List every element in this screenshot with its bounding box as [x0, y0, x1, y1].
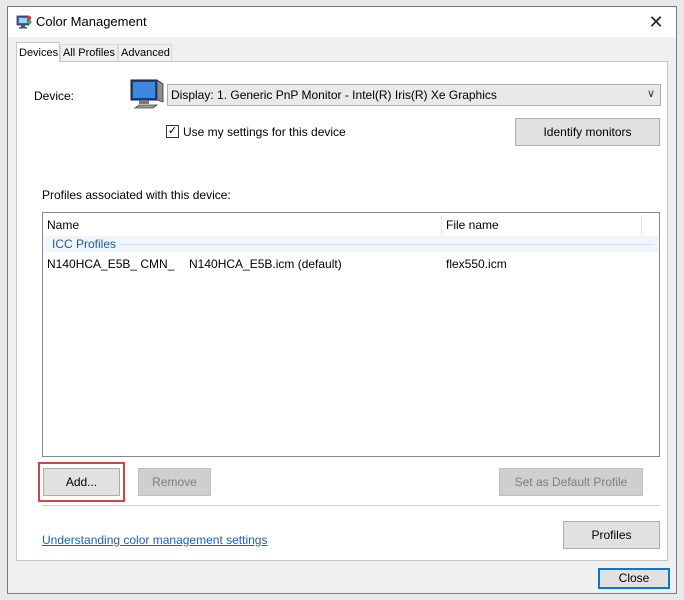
- identify-monitors-button[interactable]: Identify monitors: [515, 118, 660, 146]
- device-select-value: Display: 1. Generic PnP Monitor - Intel(…: [171, 88, 497, 102]
- title-bar: Color Management ✕: [8, 7, 676, 37]
- group-header-icc-profiles[interactable]: ICC Profiles: [44, 236, 658, 252]
- column-separator[interactable]: [641, 215, 642, 235]
- profiles-list[interactable]: Name File name ICC Profiles N140HCA_E5B_…: [42, 212, 660, 457]
- profile-filename: flex550.icm: [446, 257, 507, 271]
- profile-name: N140HCA_E5B_ CMN_: [47, 257, 175, 271]
- remove-button[interactable]: Remove: [138, 468, 211, 496]
- group-label: ICC Profiles: [52, 237, 117, 251]
- use-my-settings-checkbox[interactable]: ✓: [166, 125, 179, 138]
- understanding-color-management-link[interactable]: Understanding color management settings: [42, 533, 267, 547]
- tab-devices[interactable]: Devices: [16, 42, 60, 62]
- column-separator[interactable]: [441, 215, 442, 235]
- profiles-section-label: Profiles associated with this device:: [42, 188, 231, 202]
- column-header-name[interactable]: Name: [47, 216, 79, 234]
- tab-all-profiles[interactable]: All Profiles: [60, 44, 118, 61]
- close-button[interactable]: Close: [598, 568, 670, 589]
- monitor-icon: [130, 79, 164, 109]
- add-button[interactable]: Add...: [43, 468, 120, 496]
- profile-file: N140HCA_E5B.icm (default): [189, 257, 342, 271]
- section-divider: [42, 505, 660, 506]
- color-management-app-icon: [16, 15, 32, 29]
- close-icon[interactable]: ✕: [644, 10, 668, 34]
- chevron-down-icon: ∨: [646, 88, 655, 100]
- use-my-settings-label: Use my settings for this device: [183, 125, 346, 139]
- window-title: Color Management: [36, 14, 147, 29]
- device-select[interactable]: Display: 1. Generic PnP Monitor - Intel(…: [167, 84, 661, 106]
- group-divider: [120, 244, 654, 245]
- column-header-file-name[interactable]: File name: [446, 216, 499, 234]
- devices-tab-panel: Device: Display: 1. Generic PnP Monitor …: [16, 61, 668, 561]
- profiles-button[interactable]: Profiles: [563, 521, 660, 549]
- color-management-window: Color Management ✕ Devices All Profiles …: [7, 6, 677, 594]
- set-default-profile-button[interactable]: Set as Default Profile: [499, 468, 643, 496]
- device-label: Device:: [34, 89, 75, 103]
- tab-advanced[interactable]: Advanced: [118, 44, 172, 61]
